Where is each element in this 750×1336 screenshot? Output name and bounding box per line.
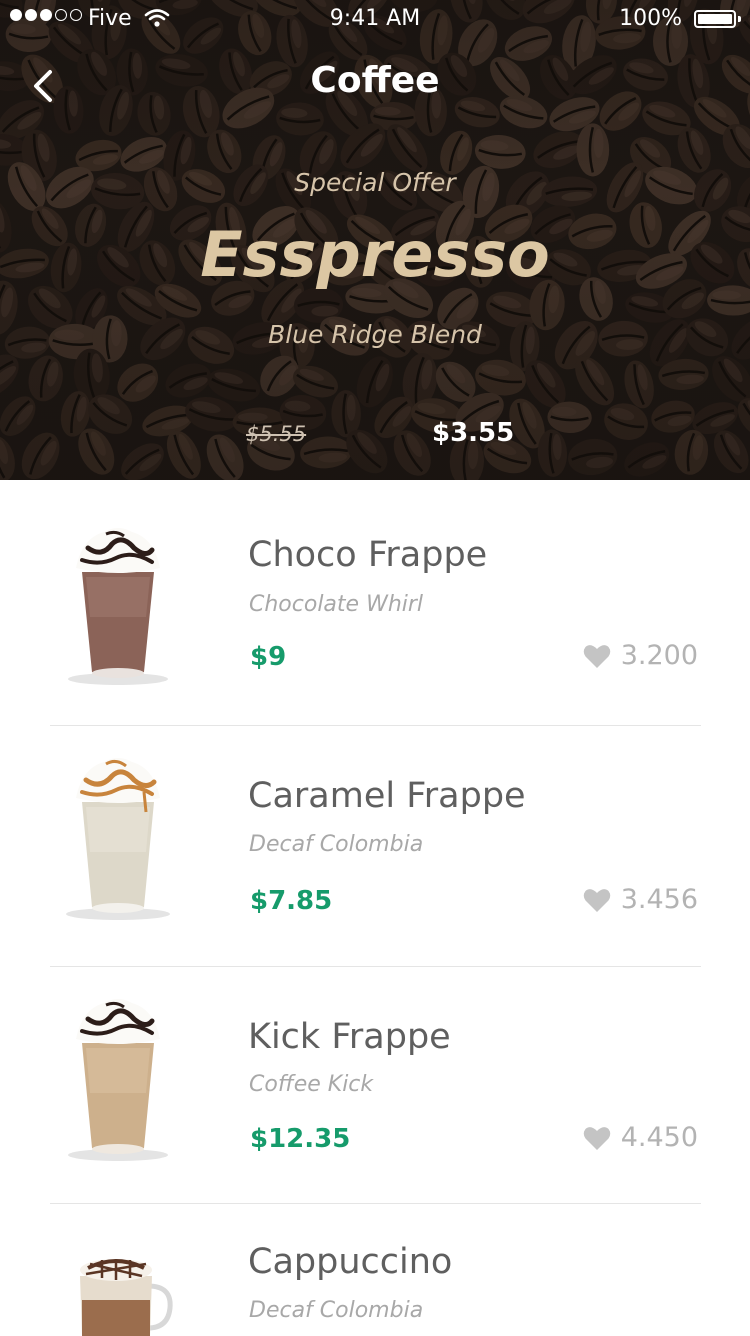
product-subtitle: Chocolate Whirl: [249, 592, 424, 617]
product-subtitle: Coffee Kick: [249, 1072, 374, 1097]
offer-old-price: $5.55: [246, 422, 307, 446]
cappuccino-image: [80, 1259, 173, 1336]
product-item-caramel-frappe[interactable]: Caramel Frappe Decaf Colombia $7.85 3.45…: [0, 726, 750, 966]
like-button[interactable]: 3.456: [583, 884, 698, 915]
heart-icon: [583, 644, 610, 668]
battery-percentage: 100%: [619, 6, 682, 31]
product-name: Caramel Frappe: [248, 776, 526, 816]
product-price: $9: [250, 642, 287, 672]
battery-tip: [738, 16, 741, 22]
product-item-kick-frappe[interactable]: Kick Frappe Coffee Kick $12.35 4.450: [0, 967, 750, 1203]
kick-frappe-image: [68, 999, 168, 1161]
caramel-frappe-image: [66, 758, 170, 920]
product-name: Kick Frappe: [248, 1017, 451, 1057]
page-title: Coffee: [310, 60, 440, 101]
product-price: $7.85: [250, 886, 333, 916]
special-offer-banner[interactable]: Five 9:41 AM 100% Coffee Special Offer E…: [0, 0, 750, 480]
offer-new-price: $3.55: [432, 418, 515, 448]
like-button[interactable]: 3.200: [583, 640, 698, 671]
product-price: $12.35: [250, 1124, 351, 1154]
like-button[interactable]: 4.450: [583, 1122, 698, 1153]
status-bar: Five 9:41 AM 100%: [0, 0, 750, 40]
product-name: Choco Frappe: [248, 535, 488, 575]
product-item-cappuccino[interactable]: Cappuccino Decaf Colombia: [0, 1204, 750, 1336]
like-count: 4.450: [620, 1122, 698, 1153]
like-count: 3.200: [620, 640, 698, 671]
offer-product-name: Esspresso: [200, 218, 550, 291]
offer-label: Special Offer: [294, 168, 456, 197]
product-item-choco-frappe[interactable]: Choco Frappe Chocolate Whirl $9 3.200: [0, 480, 750, 725]
product-subtitle: Decaf Colombia: [249, 832, 424, 857]
like-count: 3.456: [620, 884, 698, 915]
product-subtitle: Decaf Colombia: [249, 1298, 424, 1323]
heart-icon: [583, 1126, 610, 1150]
battery-icon: [694, 10, 736, 28]
choco-frappe-image: [68, 528, 168, 685]
heart-icon: [583, 888, 610, 912]
offer-blend: Blue Ridge Blend: [268, 320, 482, 349]
product-name: Cappuccino: [248, 1242, 453, 1282]
